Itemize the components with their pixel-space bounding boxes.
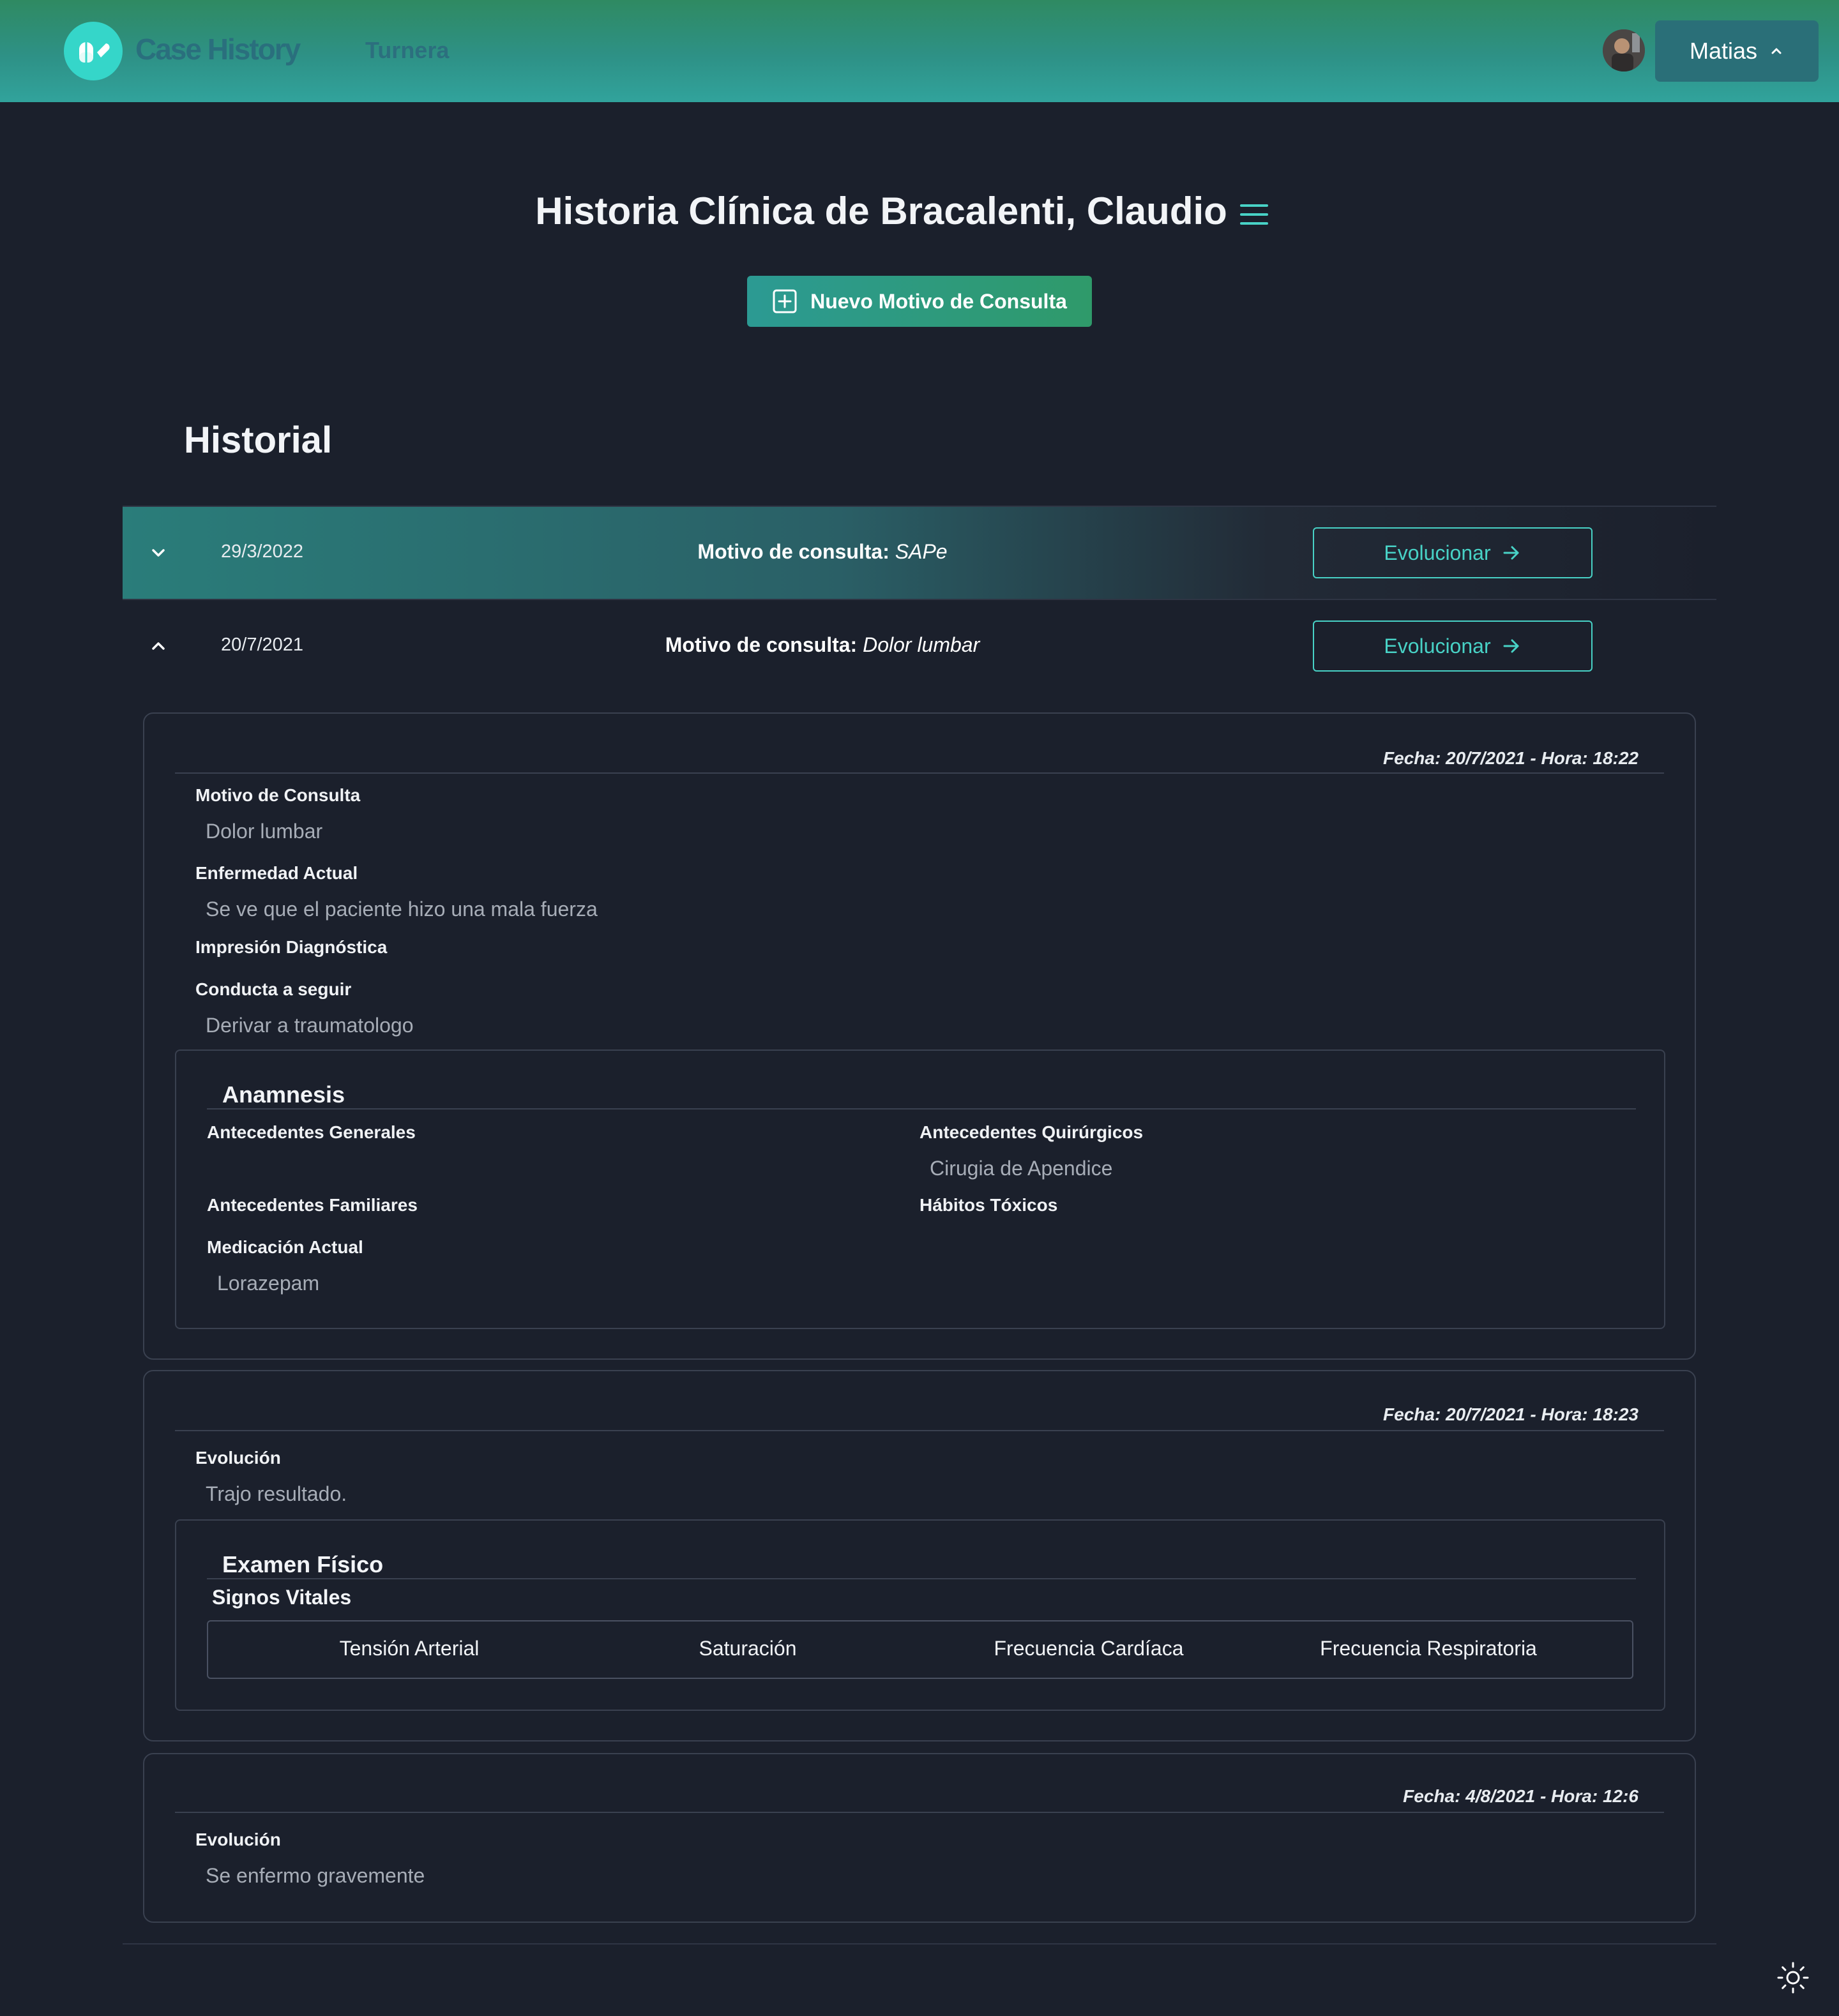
medicacion-actual-value: Lorazepam [217,1272,320,1295]
avatar[interactable] [1603,29,1645,71]
consultation-card: Fecha: 20/7/2021 - Hora: 18:22 Motivo de… [143,712,1696,1360]
divider [207,1108,1636,1110]
page-title: Historia Clínica de Bracalenti, Claudio [535,190,1227,232]
antecedentes-generales-label: Antecedentes Generales [207,1122,416,1142]
chevron-up-icon [1771,48,1782,54]
evolucion-label: Evolución [195,1448,281,1468]
nav-link-turnera[interactable]: Turnera [365,37,449,64]
sun-icon[interactable] [1776,1961,1810,1997]
vital-signs-table: Tensión Arterial Saturación Frecuencia C… [207,1620,1633,1679]
motivo-value: Dolor lumbar [863,633,980,656]
divider [175,1430,1664,1431]
divider [207,1578,1636,1579]
history-title: Historial [184,419,333,461]
enfermedad-actual-label: Enfermedad Actual [195,863,358,883]
evolucion-value: Se enfermo gravemente [206,1864,425,1887]
user-name: Matias [1689,38,1758,64]
antecedentes-quirurgicos-value: Cirugia de Apendice [930,1157,1113,1180]
anamnesis-title: Anamnesis [222,1081,345,1108]
history-row[interactable]: 29/3/2022 Motivo de consulta: SAPe Evolu… [123,507,1716,599]
brand-name[interactable]: Case History [135,32,301,66]
pill-logo-icon[interactable] [64,22,123,80]
column-header: Frecuencia Respiratoria [1320,1637,1537,1660]
arrow-right-icon [1503,546,1519,560]
motivo-value: SAPe [895,540,948,563]
conducta-label: Conducta a seguir [195,979,352,999]
evolve-button[interactable]: Evolucionar [1313,527,1593,578]
conducta-value: Derivar a traumatologo [206,1014,414,1037]
divider [175,772,1664,774]
motivo-consulta-label: Motivo de Consulta [195,785,361,805]
examen-fisico-panel: Examen Físico Signos Vitales Tensión Art… [175,1519,1665,1711]
evolution-card: Fecha: 4/8/2021 - Hora: 12:6 Evolución S… [143,1753,1696,1923]
date-stamp: Fecha: 20/7/2021 - Hora: 18:23 [1383,1404,1638,1424]
top-navbar: Case History Turnera Matias [0,0,1839,102]
examen-fisico-title: Examen Físico [222,1551,384,1577]
antecedentes-quirurgicos-label: Antecedentes Quirúrgicos [920,1122,1144,1142]
motivo-consulta-value: Dolor lumbar [206,820,323,843]
arrow-right-icon [1503,639,1519,653]
enfermedad-actual-value: Se ve que el paciente hizo una mala fuer… [206,898,598,921]
evolve-label: Evolucionar [1384,541,1491,564]
medicacion-actual-label: Medicación Actual [207,1237,363,1257]
evolucion-value: Trajo resultado. [206,1482,347,1505]
motivo-label: Motivo de consulta: [665,633,858,656]
history-row[interactable]: 20/7/2021 Motivo de consulta: Dolor lumb… [123,600,1716,692]
habitos-toxicos-label: Hábitos Tóxicos [920,1195,1058,1215]
divider [123,1943,1716,1945]
signos-vitales-title: Signos Vitales [212,1586,352,1609]
new-consultation-label: Nuevo Motivo de Consulta [810,289,1067,313]
motivo-label: Motivo de consulta: [697,540,889,563]
evolve-button[interactable]: Evolucionar [1313,621,1593,672]
hamburger-menu-icon[interactable] [1240,202,1268,230]
user-menu-button[interactable]: Matias [1655,20,1819,82]
evolve-label: Evolucionar [1384,634,1491,658]
date-stamp: Fecha: 4/8/2021 - Hora: 12:6 [1403,1786,1638,1806]
evolucion-label: Evolución [195,1830,281,1849]
anamnesis-panel: Anamnesis Antecedentes Generales Anteced… [175,1049,1665,1329]
evolution-card: Fecha: 20/7/2021 - Hora: 18:23 Evolución… [143,1370,1696,1741]
impresion-diagnostica-label: Impresión Diagnóstica [195,937,388,957]
date-stamp: Fecha: 20/7/2021 - Hora: 18:22 [1383,748,1638,768]
antecedentes-familiares-label: Antecedentes Familiares [207,1195,418,1215]
plus-square-icon [773,289,797,313]
new-consultation-button[interactable]: Nuevo Motivo de Consulta [747,276,1092,327]
divider [175,1812,1664,1813]
